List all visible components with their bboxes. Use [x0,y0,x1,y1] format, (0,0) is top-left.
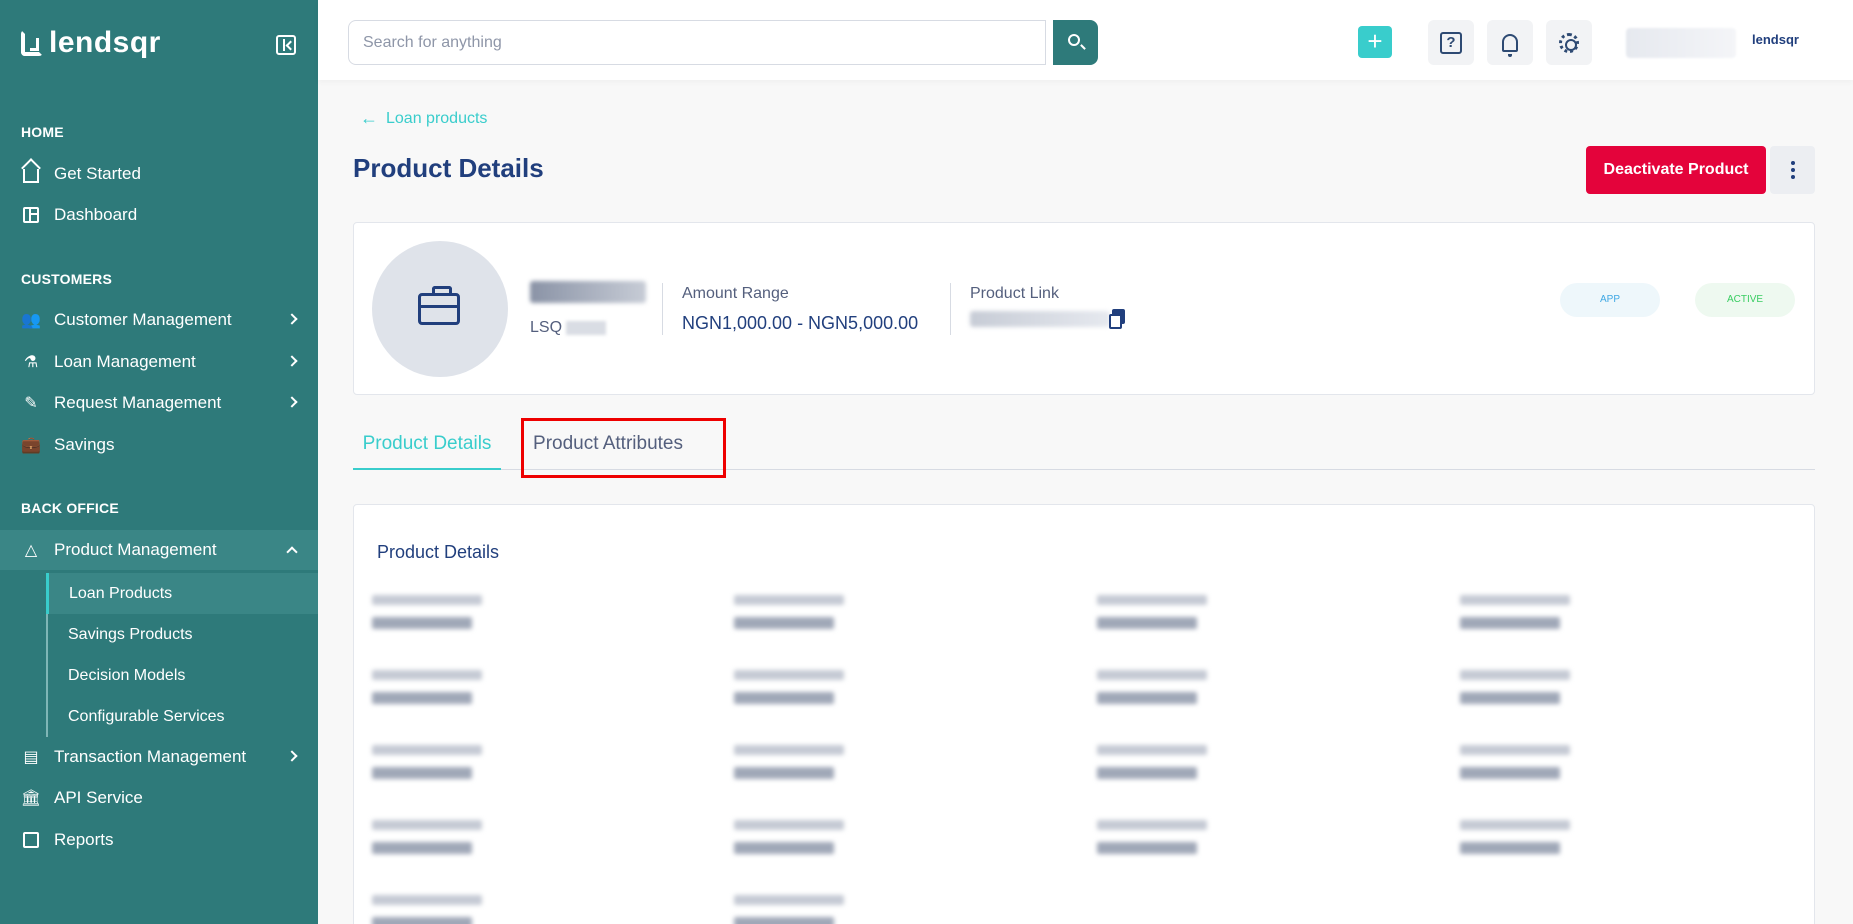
masked-field [372,745,482,779]
bank-icon: 🏛 [20,790,42,807]
briefcase-icon: 💼 [21,437,41,454]
masked-field [734,595,844,629]
product-avatar [372,241,508,377]
bell-icon [1502,33,1518,57]
masked-field [1460,820,1570,854]
section-home: HOME [21,124,64,140]
nav-request-management[interactable]: ✎ Request Management [0,383,318,423]
nav-get-started[interactable]: Get Started [0,154,318,194]
dot-icon [1790,161,1795,165]
subnav-loan-products[interactable]: Loan Products [46,573,318,614]
product-icon: △ [24,542,38,559]
org-logo: lendsqr [1752,32,1799,47]
product-link-label: Product Link [970,285,1059,302]
tabs: Product Details Product Attributes [353,418,1815,470]
topbar: + ? lendsqr [318,0,1853,80]
home-icon [21,164,41,184]
masked-field [1460,595,1570,629]
product-code: LSQ [530,319,607,337]
masked-field [1097,745,1207,779]
product-link-masked [970,311,1110,327]
masked-field [1097,670,1207,704]
notifications-button[interactable] [1487,20,1533,65]
deactivate-product-button[interactable]: Deactivate Product [1586,146,1766,194]
nav-savings[interactable]: 💼 Savings [0,425,318,465]
brand-name: lendsqr [49,26,161,59]
dot-icon [1790,168,1795,172]
users-icon: 👥 [21,312,41,329]
status-badge-active: ACTIVE [1695,283,1795,317]
account-name-masked[interactable] [1626,28,1736,58]
product-details-card: Product Details [353,504,1815,924]
tab-product-attributes[interactable]: Product Attributes [521,418,695,470]
transaction-icon: ▤ [23,749,39,766]
masked-field [1097,595,1207,629]
divider [662,283,663,335]
add-button[interactable]: + [1358,26,1392,58]
nav-loan-management[interactable]: ⚗ Loan Management [0,342,318,382]
back-link[interactable]: ← Loan products [360,108,487,129]
amount-range-label: Amount Range [682,285,789,302]
subnav-configurable-services[interactable]: Configurable Services [48,696,318,737]
collapse-sidebar-icon[interactable] [276,35,296,55]
masked-field [372,820,482,854]
settings-button[interactable] [1546,20,1592,65]
details-title: Product Details [377,542,500,562]
help-icon: ? [1440,31,1462,54]
more-options-button[interactable] [1770,146,1815,194]
gear-icon [1559,32,1579,53]
arrow-left-icon: ← [360,108,378,128]
status-badge-app: APP [1560,283,1660,317]
masked-field [734,820,844,854]
logo-icon [21,30,43,56]
product-summary-card: LSQ Amount Range NGN1,000.00 - NGN5,000.… [353,222,1815,395]
reports-icon [21,830,41,850]
chevron-right-icon [286,313,298,325]
nav-dashboard[interactable]: Dashboard [0,195,318,235]
product-code-masked [566,320,607,335]
help-button[interactable]: ? [1428,20,1474,65]
subnav-decision-models[interactable]: Decision Models [48,655,318,696]
subnav-savings-products[interactable]: Savings Products [48,614,318,655]
briefcase-icon [418,286,460,325]
chevron-up-icon [286,546,298,558]
nav-product-management[interactable]: △ Product Management [0,530,318,570]
request-icon: ✎ [24,395,38,412]
masked-field [372,895,482,924]
search-button[interactable] [1053,20,1098,65]
section-back-office: BACK OFFICE [21,500,119,516]
chevron-right-icon [286,750,298,762]
nav-customer-management[interactable]: 👥 Customer Management [0,300,318,340]
chevron-right-icon [286,396,298,408]
masked-field [734,895,844,924]
brand-logo[interactable]: lendsqr [21,26,161,60]
copy-icon[interactable] [1109,309,1125,329]
nav-reports[interactable]: Reports [0,820,318,860]
nav-api-service[interactable]: 🏛 API Service [0,778,318,818]
product-name-masked [530,281,646,303]
product-submenu: Loan Products Savings Products Decision … [46,573,318,737]
page-title: Product Details [353,153,544,183]
masked-field [734,745,844,779]
section-customers: CUSTOMERS [21,271,112,287]
dot-icon [1790,175,1795,179]
masked-field [372,595,482,629]
masked-field [1097,820,1207,854]
divider [950,283,951,335]
loan-icon: ⚗ [23,354,39,371]
masked-field [734,670,844,704]
search-icon [1068,34,1080,46]
search-input[interactable] [348,20,1046,65]
masked-field [372,670,482,704]
nav-transaction-management[interactable]: ▤ Transaction Management [0,737,318,777]
tab-product-details[interactable]: Product Details [353,418,501,470]
masked-field [1460,745,1570,779]
amount-range-value: NGN1,000.00 - NGN5,000.00 [682,313,919,333]
dashboard-icon [21,205,41,225]
chevron-right-icon [286,355,298,367]
sidebar: lendsqr HOME Get Started Dashboard CUSTO… [0,0,318,924]
masked-field [1460,670,1570,704]
